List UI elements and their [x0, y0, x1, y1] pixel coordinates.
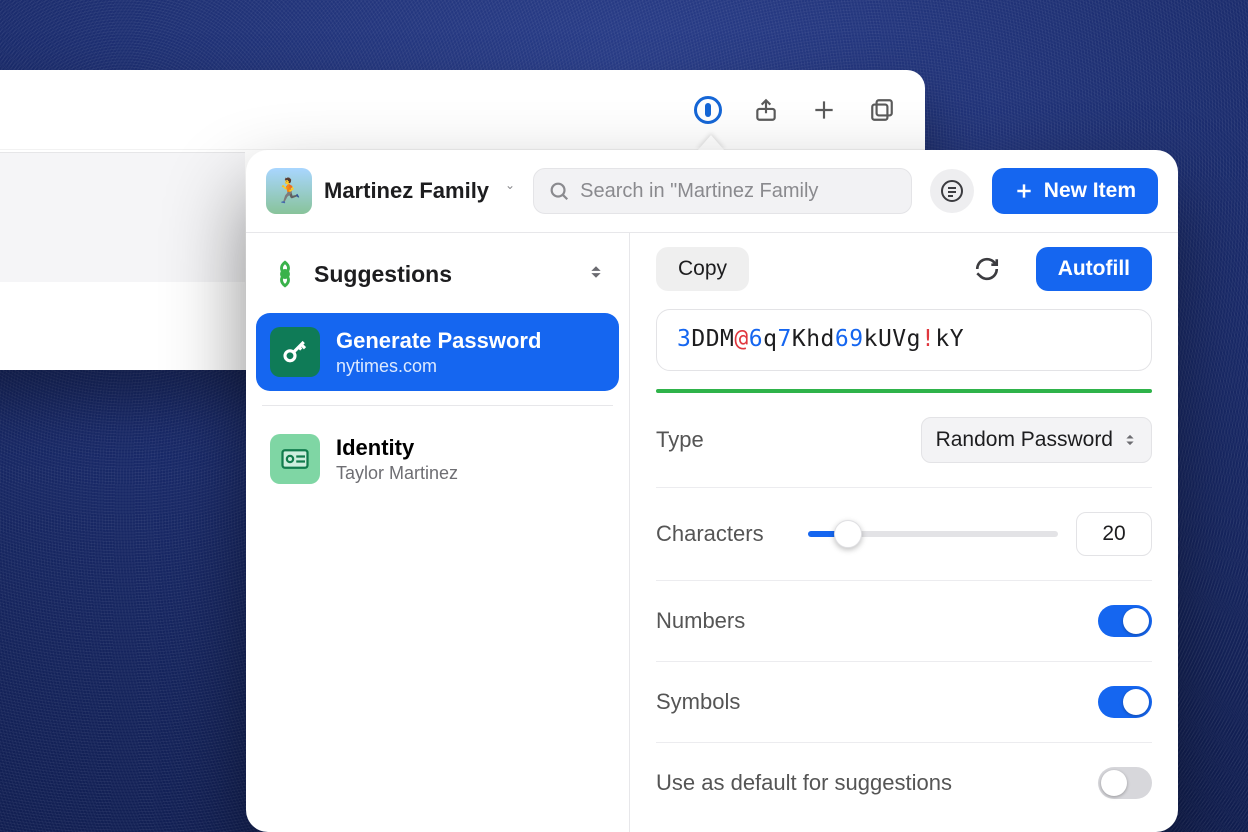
- type-value: Random Password: [936, 428, 1113, 452]
- category-title: Suggestions: [314, 261, 452, 288]
- sort-icon[interactable]: [587, 263, 605, 286]
- default-label: Use as default for suggestions: [656, 770, 952, 796]
- sidebar-item-identity[interactable]: Identity Taylor Martinez: [256, 420, 619, 498]
- popover-arrow: [697, 135, 725, 151]
- symbols-label: Symbols: [656, 689, 740, 715]
- characters-row: Characters 20: [656, 488, 1152, 581]
- sidebar: Suggestions Generate Password nytimes.co…: [246, 233, 630, 832]
- search-icon: [548, 180, 570, 202]
- list-item-title: Identity: [336, 435, 458, 461]
- panel-header: 🏃 Martinez Family ⌄ Search in "Martinez …: [246, 150, 1178, 233]
- numbers-toggle[interactable]: [1098, 605, 1152, 637]
- list-item-title: Generate Password: [336, 328, 541, 354]
- type-label: Type: [656, 427, 704, 453]
- browser-toolbar: [0, 70, 925, 150]
- refresh-icon: [974, 256, 1000, 282]
- default-row: Use as default for suggestions: [656, 743, 1152, 823]
- symbols-toggle[interactable]: [1098, 686, 1152, 718]
- vault-name: Martinez Family: [324, 178, 489, 204]
- suggestions-icon: [270, 259, 300, 289]
- onepassword-icon[interactable]: [693, 95, 723, 125]
- characters-value[interactable]: 20: [1076, 512, 1152, 556]
- settings-button[interactable]: [930, 169, 974, 213]
- vault-switcher[interactable]: 🏃 Martinez Family ⌄: [266, 168, 515, 214]
- copy-button[interactable]: Copy: [656, 247, 749, 291]
- numbers-label: Numbers: [656, 608, 745, 634]
- share-icon[interactable]: [751, 95, 781, 125]
- generated-password[interactable]: 3DDM@6q7Khd69kUVg!kY: [656, 309, 1152, 371]
- new-tab-icon[interactable]: [809, 95, 839, 125]
- characters-label: Characters: [656, 521, 764, 547]
- type-row: Type Random Password: [656, 393, 1152, 488]
- characters-slider[interactable]: [808, 531, 1058, 537]
- search-placeholder: Search in "Martinez Family: [580, 180, 818, 203]
- chevron-up-down-icon: [1123, 431, 1137, 449]
- slider-thumb[interactable]: [834, 520, 862, 548]
- autofill-label: Autofill: [1058, 257, 1130, 280]
- browser-content-area: [0, 152, 245, 282]
- copy-label: Copy: [678, 257, 727, 280]
- category-header[interactable]: Suggestions: [256, 245, 619, 307]
- default-toggle[interactable]: [1098, 767, 1152, 799]
- divider: [262, 405, 613, 406]
- type-select[interactable]: Random Password: [921, 417, 1152, 463]
- chevron-down-icon: ⌄: [505, 178, 515, 192]
- tabs-icon[interactable]: [867, 95, 897, 125]
- search-input[interactable]: Search in "Martinez Family: [533, 168, 912, 214]
- identity-icon: [270, 434, 320, 484]
- symbols-row: Symbols: [656, 662, 1152, 743]
- list-item-subtitle: Taylor Martinez: [336, 463, 458, 484]
- new-item-button[interactable]: New Item: [992, 168, 1158, 214]
- detail-pane: Copy Autofill 3DDM@6q7Khd69kUVg!kY Type …: [630, 233, 1178, 832]
- numbers-row: Numbers: [656, 581, 1152, 662]
- list-item-subtitle: nytimes.com: [336, 356, 541, 377]
- autofill-button[interactable]: Autofill: [1036, 247, 1152, 291]
- sidebar-item-generate-password[interactable]: Generate Password nytimes.com: [256, 313, 619, 391]
- new-item-label: New Item: [1044, 179, 1136, 203]
- vault-avatar: 🏃: [266, 168, 312, 214]
- regenerate-button[interactable]: [974, 256, 1000, 282]
- key-icon: [270, 327, 320, 377]
- list-icon: [940, 179, 964, 203]
- plus-icon: [1014, 181, 1034, 201]
- onepassword-popover: 🏃 Martinez Family ⌄ Search in "Martinez …: [246, 150, 1178, 832]
